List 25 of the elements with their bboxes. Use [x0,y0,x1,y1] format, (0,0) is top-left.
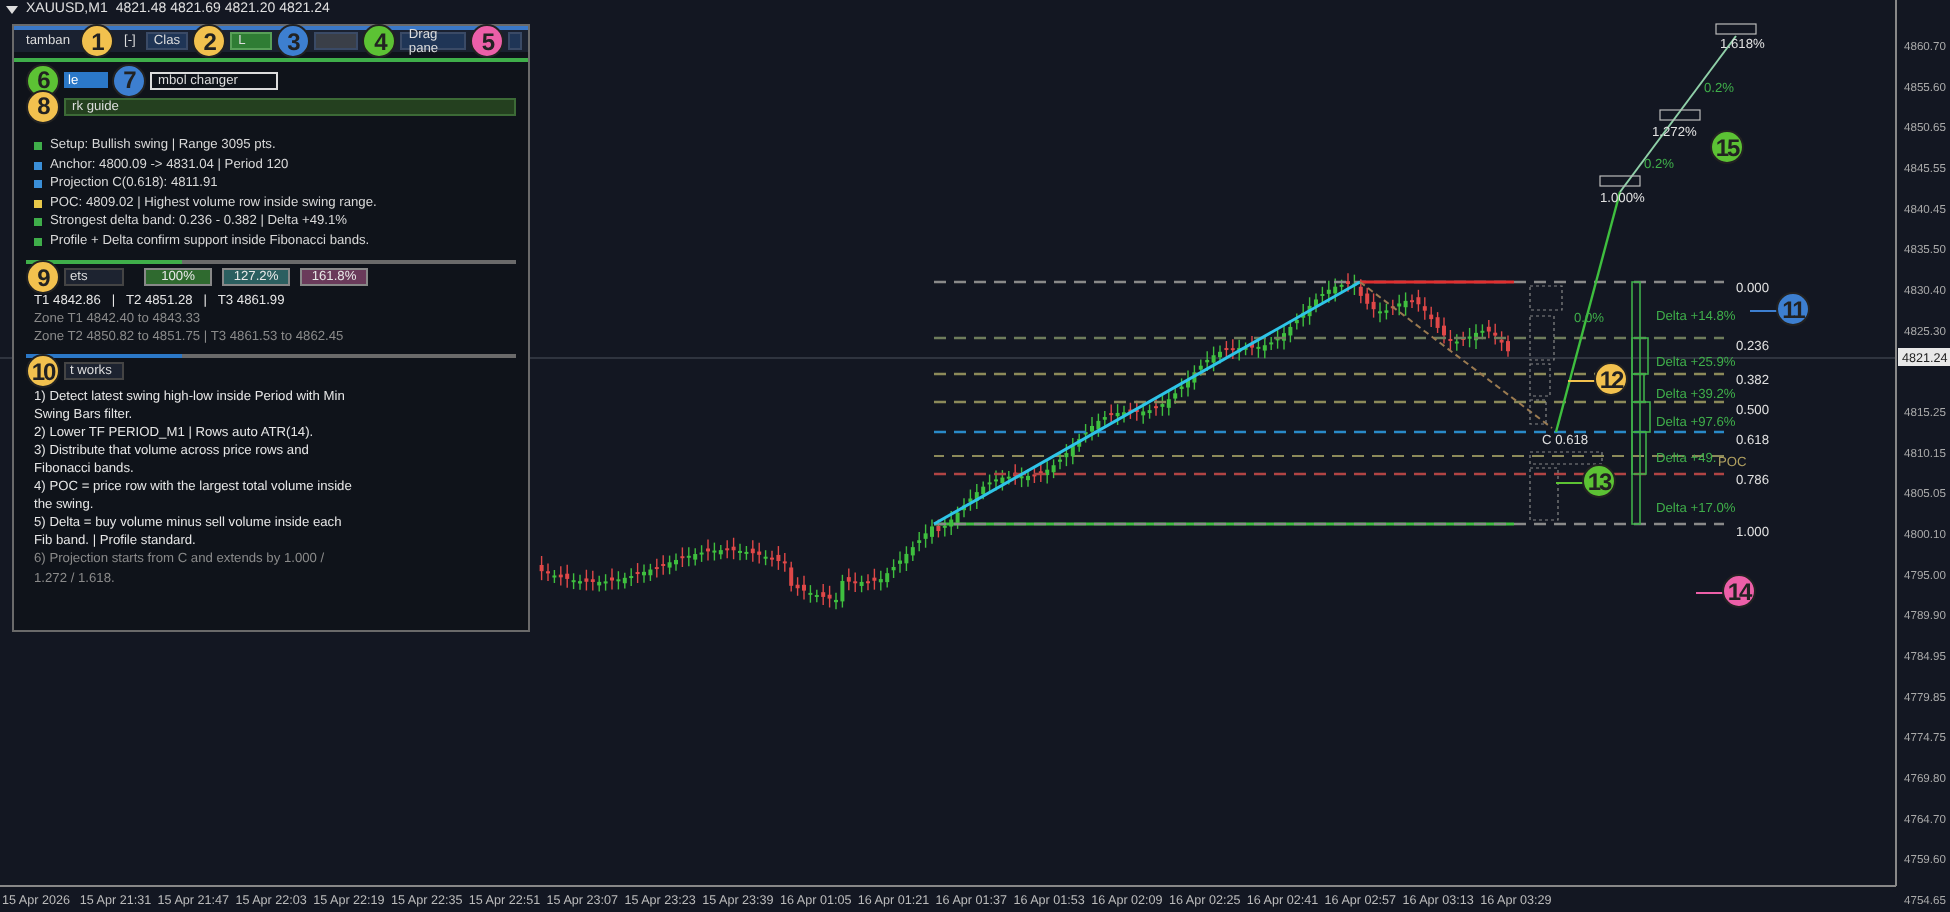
toolbar-button[interactable] [508,32,522,50]
number-marker: 12 [1594,362,1628,396]
target-zone [1599,175,1641,187]
target-zone [1715,23,1757,35]
leader-line [1568,380,1596,382]
number-marker: 13 [1582,464,1616,498]
number-marker: 10 [26,354,60,389]
toolbar-button[interactable] [313,32,359,50]
leader-line [1556,482,1584,484]
number-marker: 2 [192,24,227,58]
number-marker: 15 [1710,130,1744,164]
collapse-icon[interactable] [6,5,18,13]
number-marker: 6 [26,63,60,97]
number-marker: 9 [26,260,60,295]
number-marker: 11 [1776,292,1810,326]
number-marker: 8 [26,89,60,123]
number-marker: 5 [470,24,505,58]
number-marker: 14 [1722,574,1756,608]
leader-line [1696,592,1724,594]
number-marker: 3 [275,24,310,58]
leader-line [1750,310,1778,312]
target-zone [1659,109,1701,121]
number-marker: 1 [80,24,114,58]
number-marker: 7 [112,63,146,97]
number-marker: 4 [362,24,397,58]
